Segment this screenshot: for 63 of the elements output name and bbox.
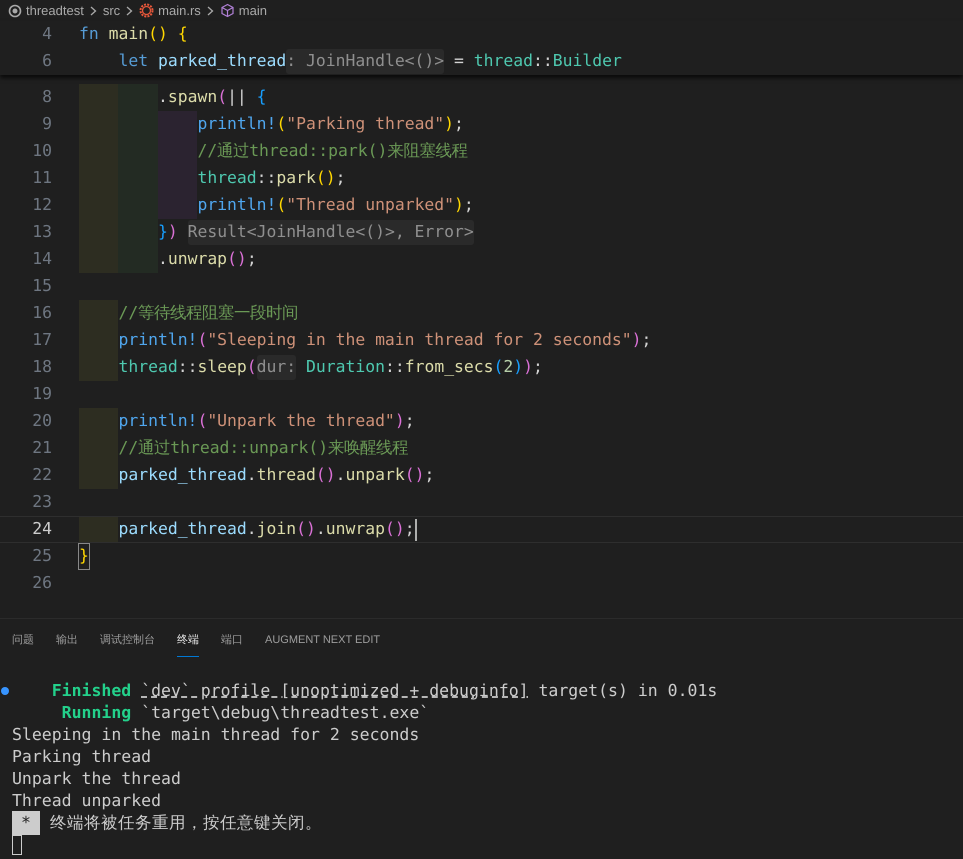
line-number: 4 bbox=[41, 23, 52, 46]
terminal-line: Running `target\debug\threadtest.exe` bbox=[60, 702, 430, 724]
code-line: println!("Unpark the thread"); bbox=[79, 408, 415, 435]
line-number: 9 bbox=[41, 113, 52, 136]
chevron-icon bbox=[90, 6, 97, 16]
terminal-cursor bbox=[12, 835, 22, 855]
line-number: 26 bbox=[31, 572, 52, 594]
code-line: parked_thread.join().unwrap(); bbox=[79, 517, 417, 542]
line-number: 10 bbox=[31, 140, 52, 162]
breadcrumb-item[interactable]: main.rs bbox=[158, 0, 201, 20]
line-number: 21 bbox=[31, 437, 52, 460]
line-number: 6 bbox=[41, 50, 52, 72]
code-line: fn main() { bbox=[79, 23, 188, 46]
panel-tab[interactable]: 输出 bbox=[56, 632, 78, 657]
line-number: 25 bbox=[31, 545, 52, 568]
terminal-line: Thread unparked bbox=[12, 790, 162, 812]
code-line: println!("Thread unparked"); bbox=[79, 192, 474, 219]
terminal-line: Parking thread bbox=[12, 746, 152, 768]
breadcrumb-item[interactable]: threadtest bbox=[26, 0, 84, 20]
line-number: 15 bbox=[31, 275, 52, 298]
breadcrumb-item[interactable]: main bbox=[238, 0, 267, 20]
chevron-icon bbox=[126, 6, 134, 16]
gear-icon bbox=[139, 3, 154, 18]
line-number: 23 bbox=[31, 491, 52, 514]
code-line: //通过thread::unpark()来唤醒线程 bbox=[79, 435, 408, 462]
breadcrumb-item[interactable]: src bbox=[102, 0, 120, 20]
line-number: 17 bbox=[31, 329, 52, 352]
terminal-line: 终端将被任务重用，按任意键关闭。 bbox=[50, 812, 322, 834]
line-number: 11 bbox=[31, 167, 52, 190]
panel-tab[interactable]: 调试控制台 bbox=[100, 632, 155, 657]
chevron-icon bbox=[206, 6, 214, 16]
cube-icon bbox=[220, 3, 235, 18]
code-line: //通过thread::park()来阻塞线程 bbox=[79, 138, 468, 165]
line-number: 8 bbox=[41, 86, 52, 108]
line-number: 13 bbox=[31, 221, 52, 244]
terminal-line: Finished `dev` profile [unoptimized + debuginfo] target(s) in 0.01s bbox=[50, 680, 718, 702]
line-number: 20 bbox=[31, 410, 52, 432]
code-line: }) Result<JoinHandle<()>, Error> bbox=[79, 219, 474, 246]
code-line: println!("Sleeping in the main thread for 2 seconds"); bbox=[79, 327, 652, 354]
terminal-line: Unpark the thread bbox=[12, 768, 181, 790]
code-line: println!("Parking thread"); bbox=[79, 111, 464, 138]
panel-tab[interactable]: 问题 bbox=[12, 632, 34, 657]
panel-tab[interactable]: AUGMENT NEXT EDIT bbox=[265, 632, 380, 657]
terminal-line: Sleeping in the main thread for 2 seconds bbox=[12, 724, 420, 746]
line-number: 19 bbox=[31, 383, 52, 406]
line-number: 22 bbox=[31, 464, 52, 486]
terminal-badge: * bbox=[12, 810, 40, 836]
panel-tab[interactable]: 端口 bbox=[221, 632, 243, 657]
code-line: thread::park(); bbox=[79, 165, 346, 192]
code-line: let parked_thread: JoinHandle<()> = thread::Builder bbox=[79, 48, 622, 75]
code-line: .unwrap(); bbox=[79, 246, 257, 273]
code-line: } bbox=[79, 543, 89, 570]
code-line: .spawn(|| { bbox=[79, 84, 267, 111]
line-number: 18 bbox=[31, 356, 52, 378]
line-number: 12 bbox=[31, 194, 52, 216]
line-number: 14 bbox=[31, 248, 52, 270]
code-line: thread::sleep(dur: Duration::from_secs(2)); bbox=[79, 354, 543, 381]
line-number: 16 bbox=[31, 302, 52, 324]
line-number: 24 bbox=[31, 518, 52, 540]
circle-icon bbox=[8, 4, 22, 18]
code-line: //等待线程阻塞一段时间 bbox=[79, 300, 298, 327]
code-line: parked_thread.thread().unpark(); bbox=[79, 462, 434, 489]
panel-tab[interactable]: 终端 bbox=[177, 632, 199, 657]
